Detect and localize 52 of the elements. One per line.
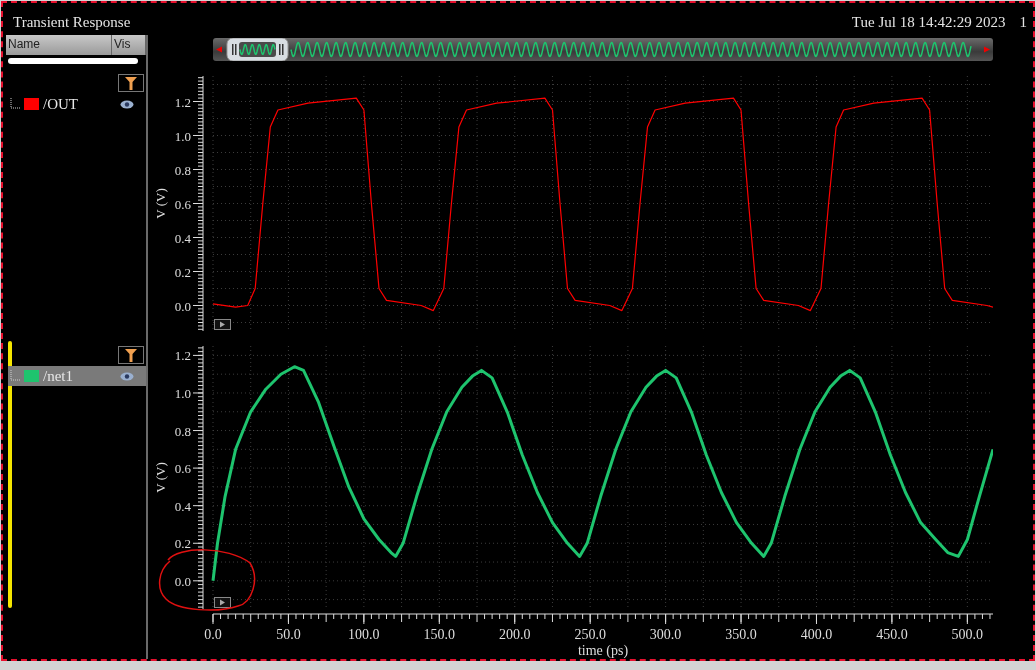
funnel-icon [125, 348, 137, 362]
right-arrow-icon[interactable] [984, 46, 990, 53]
tree-connector [10, 370, 20, 382]
tick-label: 1.0 [174, 385, 191, 401]
tick-label: 0.8 [174, 423, 191, 439]
tick-label: 350.0 [725, 627, 757, 642]
window-title: Transient Response [13, 13, 131, 31]
column-header[interactable]: Name [6, 35, 112, 55]
tick-label: 0.6 [174, 196, 191, 212]
filter-button[interactable] [118, 74, 144, 92]
tick-label: 100.0 [348, 627, 380, 642]
tick-label: 0.2 [174, 264, 191, 280]
tick-label: 150.0 [423, 627, 456, 642]
tick-label: 0.0 [204, 627, 222, 642]
play-icon[interactable] [214, 319, 231, 330]
column-header[interactable]: Vis [112, 35, 146, 55]
signal-name: /net1 [43, 367, 74, 385]
signal-row[interactable]: /net1 [8, 366, 146, 386]
tick-label: 0.0 [174, 573, 191, 589]
axis-title: V (V) [153, 462, 168, 493]
tick-label: 0.8 [174, 162, 191, 178]
tick-label: 500.0 [951, 627, 984, 642]
tick-label: 0.2 [174, 536, 191, 552]
tick-label: 1.2 [174, 348, 191, 364]
play-icon[interactable] [214, 597, 231, 608]
signal-row[interactable]: /OUT [8, 94, 146, 114]
tree-connector [10, 98, 20, 110]
range-handle[interactable] [226, 38, 289, 61]
tick-label: 0.0 [174, 298, 191, 314]
timestamp: Tue Jul 18 14:42:29 2023 [851, 13, 1006, 31]
scroll-bar[interactable] [8, 58, 138, 64]
tick-label: 450.0 [876, 627, 908, 642]
tick-label: 400.0 [800, 627, 833, 642]
page-number: 1 [1019, 13, 1027, 31]
tick-label: 0.4 [174, 498, 191, 514]
axis-title: V (V) [153, 188, 168, 219]
tick-label: 1.2 [174, 94, 191, 110]
eye-icon[interactable] [120, 99, 134, 109]
left-arrow-icon[interactable] [216, 46, 222, 53]
tick-label: 1.0 [174, 128, 191, 144]
tick-label: 300.0 [649, 627, 682, 642]
axis-title: time (ps) [577, 643, 629, 658]
tick-label: 250.0 [574, 627, 606, 642]
filter-button[interactable] [118, 346, 144, 364]
tick-label: 0.4 [174, 230, 191, 246]
tick-label: 200.0 [499, 627, 531, 642]
eye-icon[interactable] [120, 371, 134, 381]
tick-label: 50.0 [276, 627, 301, 642]
overview-scrollbar[interactable] [213, 38, 993, 61]
tick-label: 0.6 [174, 461, 191, 477]
signal-name: /OUT [43, 95, 79, 113]
funnel-icon [125, 76, 137, 90]
